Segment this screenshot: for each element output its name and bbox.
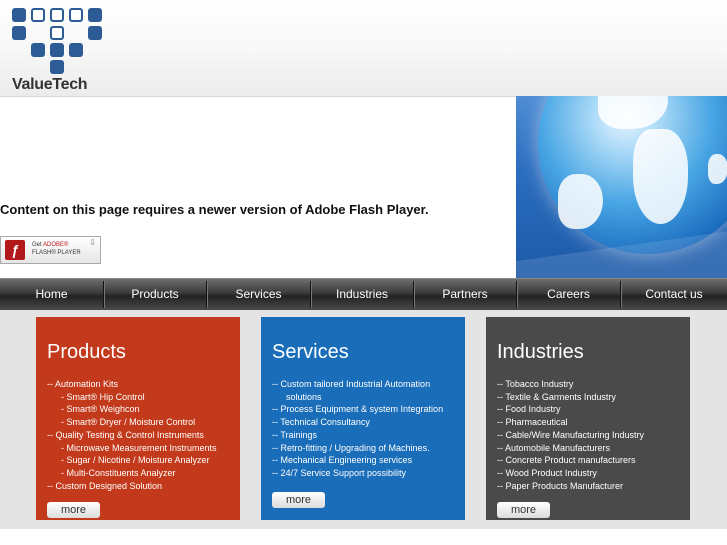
list-item[interactable]: -- Custom tailored Industrial Automation <box>272 378 443 391</box>
list-item[interactable]: -- Technical Consultancy <box>272 416 443 429</box>
list-item[interactable]: -- Trainings <box>272 429 443 442</box>
nav-home[interactable]: Home <box>0 279 103 310</box>
list-item[interactable]: -- Process Equipment & system Integratio… <box>272 403 443 416</box>
list-item[interactable]: -- Cable/Wire Manufacturing Industry <box>497 429 644 442</box>
list-item[interactable]: -- Automobile Manufacturers <box>497 442 644 455</box>
nav-careers[interactable]: Careers <box>517 279 620 310</box>
logo-text: ValueTech <box>12 76 88 93</box>
list-item[interactable]: -- Wood Product Industry <box>497 467 644 480</box>
list-item[interactable]: -- Textile & Garments Industry <box>497 391 644 404</box>
products-list: -- Automation Kits - Smart® Hip Control … <box>47 378 217 492</box>
list-item[interactable]: -- Custom Designed Solution <box>47 480 217 493</box>
logo-square <box>69 8 83 22</box>
nav-industries[interactable]: Industries <box>311 279 413 310</box>
list-item[interactable]: -- Tobacco Industry <box>497 378 644 391</box>
list-item[interactable]: - Smart® Weighcon <box>47 403 217 416</box>
logo-square <box>31 8 45 22</box>
list-item[interactable]: -- Automation Kits <box>47 378 217 391</box>
list-item[interactable]: -- Food Industry <box>497 403 644 416</box>
logo-square <box>88 26 102 40</box>
globe-banner <box>516 96 727 278</box>
logo-square <box>50 8 64 22</box>
logo-square <box>50 60 64 74</box>
logo-square <box>12 8 26 22</box>
header-divider <box>0 96 516 97</box>
list-item[interactable]: - Microwave Measurement Instruments <box>47 442 217 455</box>
flash-badge-adobe: ADOBE® <box>43 242 69 248</box>
download-arrow-icon: ⇩ <box>89 238 96 247</box>
logo-square <box>31 43 45 57</box>
industries-list: -- Tobacco Industry -- Textile & Garment… <box>497 378 644 492</box>
get-flash-player-button[interactable]: ƒ Get ADOBE® FLASH® PLAYER ⇩ <box>0 236 101 264</box>
products-panel: Products -- Automation Kits - Smart® Hip… <box>36 317 240 520</box>
list-item[interactable]: - Multi-Constituents Analyzer <box>47 467 217 480</box>
flash-player-icon: ƒ <box>5 240 25 260</box>
site-header: ValueTech <box>0 0 727 96</box>
logo-square <box>88 8 102 22</box>
globe-image <box>538 96 727 254</box>
services-title[interactable]: Services <box>272 341 349 364</box>
products-more-button[interactable]: more <box>47 502 100 518</box>
list-item[interactable]: -- 24/7 Service Support possibility <box>272 467 443 480</box>
flash-badge-get: Get <box>32 242 44 248</box>
valuetech-logo[interactable]: ValueTech <box>10 6 102 94</box>
list-item[interactable]: -- Concrete Product manufacturers <box>497 454 644 467</box>
globe-land <box>558 174 603 229</box>
globe-land <box>633 129 688 224</box>
logo-square <box>50 43 64 57</box>
list-item[interactable]: -- Mechanical Engineering services <box>272 454 443 467</box>
list-item[interactable]: -- Pharmaceutical <box>497 416 644 429</box>
services-panel: Services -- Custom tailored Industrial A… <box>261 317 465 520</box>
services-list: -- Custom tailored Industrial Automation… <box>272 378 443 480</box>
globe-land <box>598 96 668 129</box>
industries-title[interactable]: Industries <box>497 341 584 364</box>
nav-contact-us[interactable]: Contact us <box>621 279 727 310</box>
list-item[interactable]: - Smart® Hip Control <box>47 391 217 404</box>
list-item[interactable]: -- Paper Products Manufacturer <box>497 480 644 493</box>
list-item[interactable]: - Smart® Dryer / Moisture Control <box>47 416 217 429</box>
list-item[interactable]: -- Quality Testing & Control Instruments <box>47 429 217 442</box>
list-item[interactable]: - Sugar / Nicotine / Moisture Analyzer <box>47 454 217 467</box>
logo-square <box>69 43 83 57</box>
nav-services[interactable]: Services <box>207 279 310 310</box>
nav-partners[interactable]: Partners <box>414 279 516 310</box>
industries-panel: Industries -- Tobacco Industry -- Textil… <box>486 317 690 520</box>
list-item[interactable]: -- Retro-fitting / Upgrading of Machines… <box>272 442 443 455</box>
industries-more-button[interactable]: more <box>497 502 550 518</box>
list-item[interactable]: solutions <box>272 391 443 404</box>
nav-products[interactable]: Products <box>104 279 206 310</box>
globe-land <box>708 154 727 184</box>
flash-badge-line1: Get ADOBE® <box>32 242 68 248</box>
flash-badge-line2: FLASH® PLAYER <box>32 250 81 256</box>
products-title[interactable]: Products <box>47 341 126 364</box>
flash-required-message: Content on this page requires a newer ve… <box>0 202 429 217</box>
logo-square <box>12 26 26 40</box>
logo-square <box>50 26 64 40</box>
services-more-button[interactable]: more <box>272 492 325 508</box>
footer <box>0 529 727 545</box>
main-navigation: Home Products Services Industries Partne… <box>0 278 727 310</box>
